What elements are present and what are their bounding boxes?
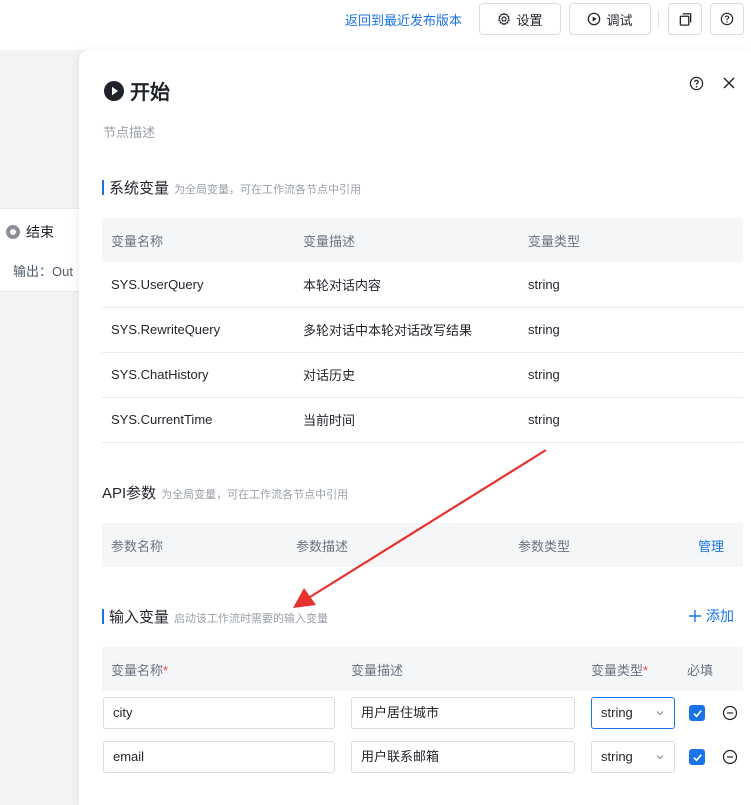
end-node-output: 输出：Out: [13, 264, 73, 279]
section-accent-bar: [102, 609, 104, 624]
var-desc-cell: 本轮对话内容: [294, 262, 519, 308]
minus-circle-icon[interactable]: [722, 749, 738, 765]
input-var-row: email 用户联系邮箱 string: [102, 741, 743, 773]
var-type-cell: string: [519, 262, 743, 308]
table-row: SYS.CurrentTime 当前时间 string: [102, 397, 743, 443]
copy-button[interactable]: [668, 3, 702, 35]
system-vars-header: 系统变量 为全局变量，可在工作流各节点中引用: [102, 177, 361, 198]
input-vars-title: 输入变量: [109, 609, 170, 626]
required-checkbox[interactable]: [689, 749, 705, 765]
api-params-hint: 为全局变量，可在工作流各节点中引用: [161, 489, 349, 501]
debug-button[interactable]: 调试: [569, 3, 651, 35]
var-name-cell: SYS.ChatHistory: [102, 352, 294, 398]
input-vars-table-header: 变量名称* 变量描述 变量类型* 必填: [102, 647, 743, 691]
check-icon: [692, 753, 702, 761]
table-row: SYS.RewriteQuery 多轮对话中本轮对话改写结果 string: [102, 307, 743, 353]
settings-label: 设置: [516, 12, 543, 28]
back-to-published-link[interactable]: 返回到最近发布版本: [345, 12, 462, 30]
plus-icon: [689, 610, 701, 622]
table-row: SYS.UserQuery 本轮对话内容 string: [102, 262, 743, 308]
column-header: 必填: [687, 663, 714, 678]
var-type-cell: string: [519, 307, 743, 353]
add-input-var-label: 添加: [706, 608, 734, 624]
node-description-field[interactable]: 节点描述: [103, 122, 155, 141]
column-header: 变量名称*: [111, 663, 169, 678]
column-header: 参数类型: [509, 523, 698, 567]
settings-button[interactable]: 设置: [479, 3, 561, 35]
close-icon: [723, 77, 735, 89]
var-desc-cell: 多轮对话中本轮对话改写结果: [294, 307, 519, 353]
help-button[interactable]: [710, 3, 744, 35]
toolbar-divider: [658, 10, 659, 28]
var-name-input[interactable]: email: [103, 741, 335, 773]
manage-api-params-link[interactable]: 管理: [698, 539, 724, 554]
panel-title: 开始: [104, 76, 170, 105]
add-input-var-button[interactable]: 添加: [688, 606, 734, 626]
var-desc-cell: 对话历史: [294, 352, 519, 398]
system-vars-hint: 为全局变量，可在工作流各节点中引用: [174, 184, 362, 196]
help-icon: [720, 12, 734, 26]
var-type-cell: string: [519, 352, 743, 398]
gear-icon: [498, 12, 511, 25]
var-type-value: string: [601, 705, 633, 720]
system-vars-title: 系统变量: [109, 180, 170, 197]
var-type-select[interactable]: string: [591, 741, 675, 773]
start-node-panel: 开始 节点描述 系统变量 为全局变量，可在工作流各节点中引用 变量名称 变量描述…: [79, 50, 751, 805]
check-icon: [692, 709, 702, 717]
api-params-header: API参数 为全局变量，可在工作流各节点中引用: [102, 482, 348, 503]
help-icon: [689, 76, 703, 90]
input-var-row: city 用户居住城市 string: [102, 697, 743, 729]
system-vars-table: 变量名称 变量描述 变量类型 SYS.UserQuery 本轮对话内容 stri…: [102, 218, 743, 443]
column-header: 变量描述: [294, 218, 519, 262]
end-node-title: 结束: [26, 224, 54, 240]
play-circle-icon: [104, 80, 124, 101]
panel-help-button[interactable]: [687, 74, 705, 92]
top-toolbar: 返回到最近发布版本 设置 调试: [0, 0, 751, 50]
table-header-row: 变量名称 变量描述 变量类型: [102, 218, 743, 262]
table-header-row: 参数名称 参数描述 参数类型 管理: [102, 523, 743, 567]
minus-circle-icon[interactable]: [722, 705, 738, 721]
play-circle-icon: [588, 12, 601, 26]
var-desc-input[interactable]: 用户居住城市: [351, 697, 575, 729]
chevron-down-icon: [656, 711, 664, 716]
debug-label: 调试: [606, 12, 633, 28]
table-row: SYS.ChatHistory 对话历史 string: [102, 352, 743, 398]
chevron-down-icon: [656, 755, 664, 760]
var-type-value: string: [601, 749, 633, 764]
var-type-select[interactable]: string: [591, 697, 675, 729]
column-header: 变量类型: [519, 218, 743, 262]
column-header: 变量类型*: [591, 663, 649, 678]
var-name-cell: SYS.CurrentTime: [102, 397, 294, 443]
api-params-table: 参数名称 参数描述 参数类型 管理: [102, 523, 743, 567]
var-desc-cell: 当前时间: [294, 397, 519, 443]
input-vars-hint: 启动该工作流时需要的输入变量: [174, 613, 329, 625]
var-desc-input[interactable]: 用户联系邮箱: [351, 741, 575, 773]
input-vars-header: 输入变量 启动该工作流时需要的输入变量: [102, 606, 328, 627]
column-header: 变量描述: [351, 663, 404, 678]
end-node[interactable]: 结束 输出：Out: [0, 208, 86, 292]
end-node-header: 结束: [6, 222, 54, 242]
copy-icon: [679, 12, 691, 26]
var-type-cell: string: [519, 397, 743, 443]
var-name-cell: SYS.UserQuery: [102, 262, 294, 308]
panel-title-text: 开始: [130, 82, 170, 104]
panel-close-button[interactable]: [720, 74, 738, 92]
var-name-cell: SYS.RewriteQuery: [102, 307, 294, 353]
var-name-input[interactable]: city: [103, 697, 335, 729]
section-accent-bar: [102, 180, 104, 195]
column-header: 参数描述: [287, 523, 509, 567]
column-header: 参数名称: [102, 523, 287, 567]
required-checkbox[interactable]: [689, 705, 705, 721]
column-header: 变量名称: [102, 218, 294, 262]
api-params-title: API参数: [102, 485, 157, 502]
stop-circle-icon: [6, 225, 20, 239]
